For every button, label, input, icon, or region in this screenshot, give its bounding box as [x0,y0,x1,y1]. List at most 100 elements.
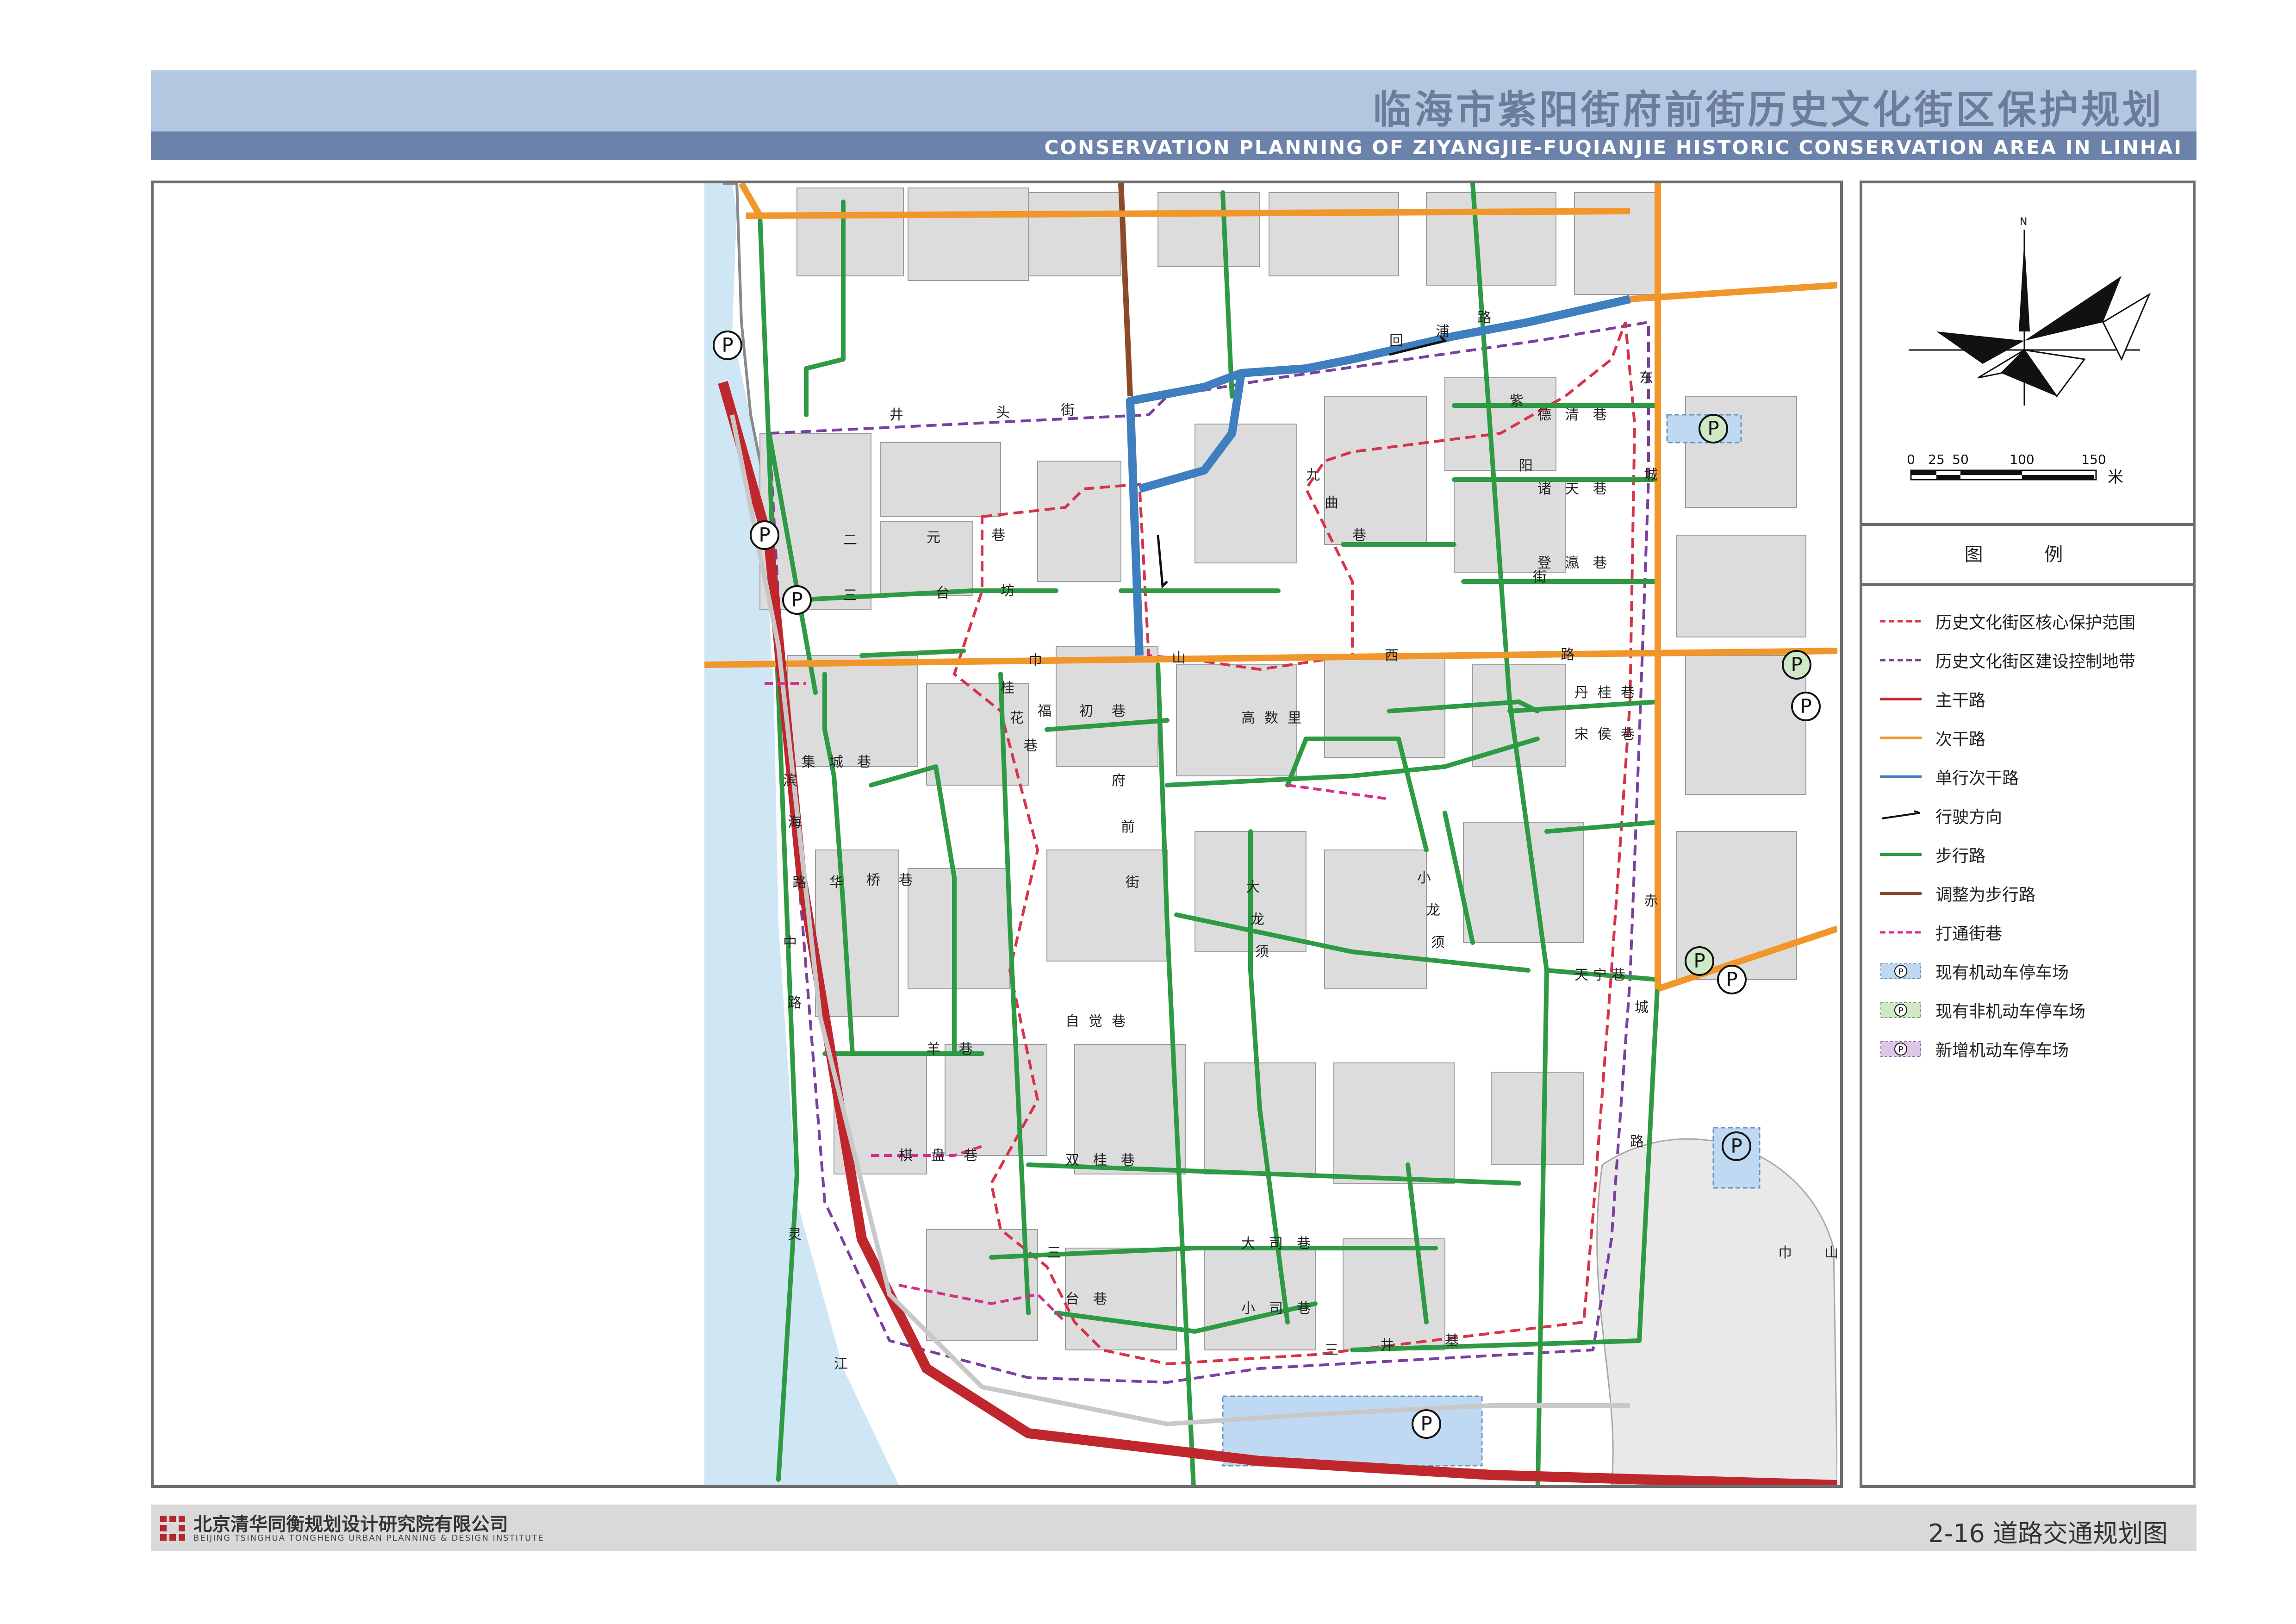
svg-text:P: P [791,588,803,611]
map-label: 紫 [1510,393,1524,409]
legend-item: P 现有机动车停车场 [1880,952,2185,991]
legend-item: 打通街巷 [1880,913,2185,952]
map-label: 三 [843,587,857,604]
map-label: 桂 [1001,680,1014,696]
svg-text:P: P [759,524,770,546]
legend-label: 现有非机动车停车场 [1935,1002,2086,1021]
parking-icon: P [1717,965,1747,994]
legend-item: 历史文化街区核心保护范围 [1880,602,2185,641]
scale-tick: 25 [1928,452,1945,467]
parking-icon: P [1412,1409,1441,1439]
legend-heading: 图 例 [1862,523,2193,586]
map-label: 福 [1038,703,1052,719]
parking-icon: P [1782,650,1811,680]
map-label: 高 [1241,710,1255,726]
svg-text:P: P [1791,653,1802,676]
map-label: 路 [1630,1134,1644,1150]
dashed-magenta-line-icon [1880,931,1922,934]
legend-label: 历史文化街区核心保护范围 [1935,613,2136,632]
map-label: 巷 [1024,738,1038,754]
map-label: 井 [890,407,903,423]
map-label: 须 [1255,944,1269,960]
map-label: 巷 [964,1148,977,1164]
parking-purple-icon: P [1880,1041,1921,1057]
map-label: 海 [788,814,802,831]
parking-green-icon: P [1880,1002,1921,1018]
legend-label: 调整为步行路 [1935,886,2036,905]
company-name-cn: 北京清华同衡规划设计研究院有限公司 [193,1514,508,1535]
map-label: 羊 [927,1041,940,1057]
scale-tick: 0 [1907,452,1915,467]
map-label: 城 [829,754,843,770]
parking-icon: P [1685,946,1714,976]
map-label: 九 [1306,467,1320,483]
map-label: 坊 [1001,583,1014,599]
map-label: 阳 [1519,458,1533,474]
map-label: 曲 [1325,495,1338,511]
direction-arrow-icon [1881,810,1920,819]
dashed-purple-line-icon [1880,659,1922,662]
red-line-icon [1880,698,1922,700]
institute-logo-icon [160,1516,185,1541]
map-label: 巷 [1112,703,1126,719]
map-label: 双 [1065,1152,1079,1168]
map-label: 天 [1574,967,1588,983]
map-label: 须 [1431,935,1445,951]
parking-icon: P [750,520,779,550]
map-label: 巷 [991,527,1005,543]
map-label: 赤 [1644,893,1658,909]
map-label: 台 [936,585,950,601]
svg-text:米: 米 [2108,468,2123,487]
map-label: 浦 [1436,324,1450,340]
svg-text:P: P [1726,968,1737,991]
svg-text:P: P [1800,695,1811,718]
map-label: 巷 [1297,1300,1311,1317]
map-label: 头 [996,405,1010,421]
map-label: 府 [1112,773,1126,789]
map-label: 桂 [1598,685,1612,701]
map-label: 数 [1264,710,1278,726]
map-label: 巷 [1352,527,1366,543]
legend-label: 单行次干路 [1935,769,2019,788]
map-label: 大 [1241,1236,1255,1252]
map-label: 巷 [1093,1291,1107,1307]
map-label: 巷 [1297,1236,1311,1252]
map-label: 巷 [1593,481,1607,497]
map-label: 街 [1126,874,1139,891]
parking-icon: P [1699,414,1728,443]
map-label: 桥 [866,872,880,888]
map-label: 侯 [1598,726,1612,743]
map-label: 小 [1241,1300,1255,1317]
legend-label: 打通街巷 [1935,924,2003,943]
map-label: 自 [1065,1013,1079,1030]
sheet-title: 2-16 道路交通规划图 [1928,1519,2168,1548]
page-subtitle: CONSERVATION PLANNING OF ZIYANGJIE-FUQIA… [1044,136,2183,159]
map-label: 路 [1561,647,1574,663]
map-label: 西 [1385,648,1399,664]
map-label: 街 [1533,569,1547,585]
svg-text:N: N [2020,216,2027,228]
map-label: 路 [1477,310,1491,326]
map-label: 台 [1065,1291,1079,1307]
dashed-red-line-icon [1880,620,1922,623]
map-label: 华 [829,874,843,891]
map-label: 路 [788,995,802,1011]
svg-text:P: P [1898,1045,1904,1055]
svg-text:P: P [1693,949,1705,972]
svg-text:P: P [722,334,733,356]
orange-line-icon [1880,737,1922,739]
map-label: 巷 [899,872,913,888]
legend-label: 新增机动车停车场 [1935,1041,2069,1060]
page-title: 临海市紫阳街府前街历史文化街区保护规划 [1372,87,2164,132]
legend-item: P 新增机动车停车场 [1880,1030,2185,1068]
map-label: 巷 [1612,967,1625,983]
footer-bar: 北京清华同衡规划设计研究院有限公司 BEIJING TSINGHUA TONGH… [151,1505,2196,1551]
compass-and-scale: N 0 25 50 100 150 米 [1907,216,2151,487]
map-label: 集 [802,754,815,770]
legend-item: 主干路 [1880,680,2185,718]
header-subbar: CONSERVATION PLANNING OF ZIYANGJIE-FUQIA… [151,131,2196,160]
map-label: 回 [1389,333,1403,349]
map-label: 三 [1325,1342,1338,1358]
header-bar: 临海市紫阳街府前街历史文化街区保护规划 [151,70,2196,132]
legend-item: 步行路 [1880,835,2185,874]
